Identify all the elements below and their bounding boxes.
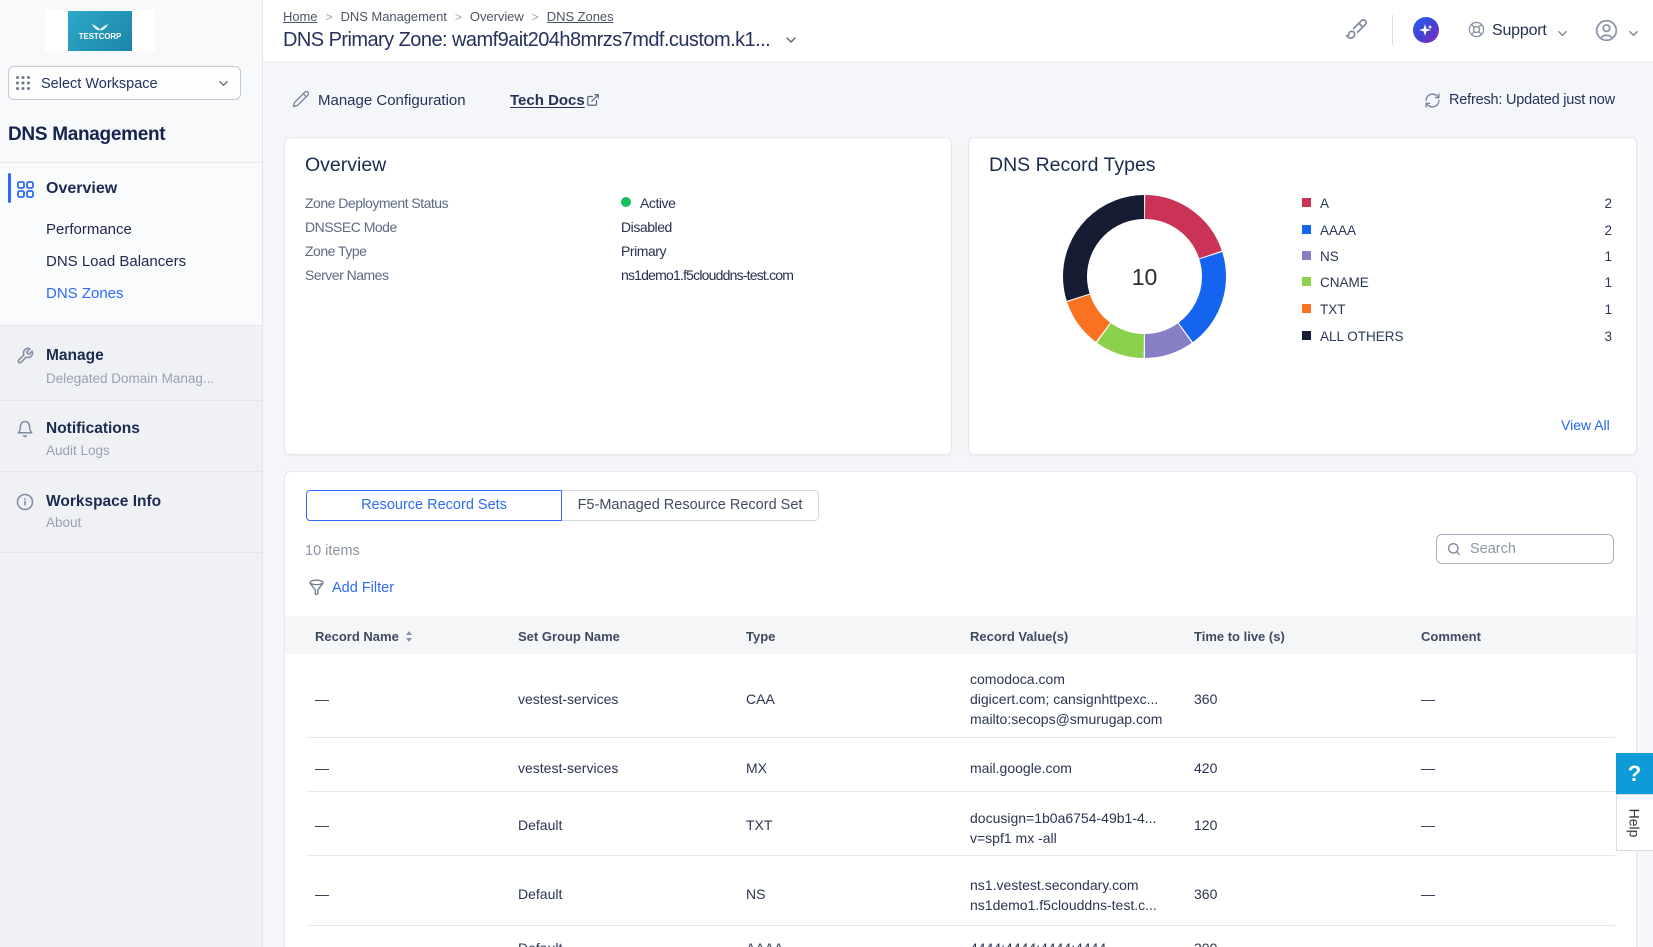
svg-text:10: 10 <box>1132 264 1158 290</box>
svg-text:TESTCORP: TESTCORP <box>79 32 121 41</box>
